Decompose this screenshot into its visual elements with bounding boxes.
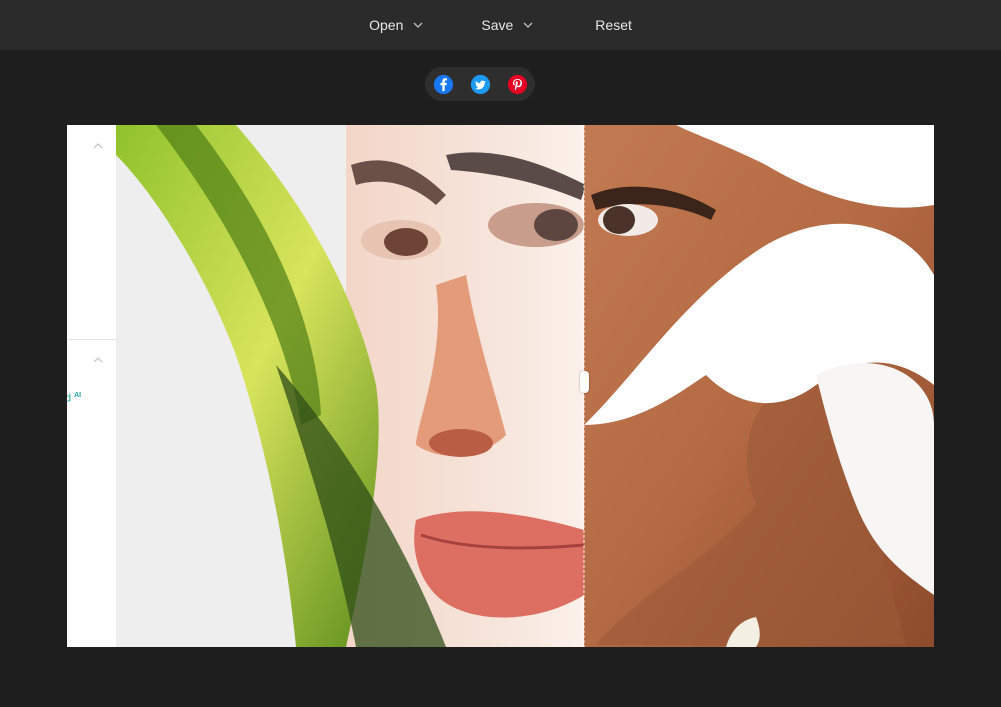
portrait-preview (116, 125, 934, 647)
editor-canvas: d AI (67, 125, 934, 647)
ai-effect-label[interactable]: d AI (67, 392, 81, 405)
open-button-label: Open (369, 17, 404, 33)
panel-divider (67, 339, 116, 340)
share-buttons (425, 67, 535, 101)
pinterest-icon[interactable] (507, 74, 528, 95)
reset-button-label: Reset (595, 17, 632, 33)
ai-badge: AI (74, 392, 82, 399)
top-toolbar: Open Save Reset (0, 0, 1001, 50)
facebook-icon[interactable] (433, 74, 454, 95)
chevron-down-icon (413, 22, 423, 28)
save-menu-button[interactable]: Save (473, 11, 541, 39)
chevron-up-icon[interactable] (92, 142, 104, 150)
twitter-icon[interactable] (470, 74, 491, 95)
save-button-label: Save (481, 17, 514, 33)
chevron-down-icon (523, 22, 533, 28)
ai-effect-label-text: d (67, 392, 72, 405)
compare-slider-handle[interactable] (580, 371, 589, 393)
effects-side-panel: d AI (67, 125, 117, 647)
open-menu-button[interactable]: Open (361, 11, 431, 39)
reset-button[interactable]: Reset (587, 11, 640, 39)
chevron-up-icon[interactable] (92, 356, 104, 364)
before-after-image[interactable] (116, 125, 934, 647)
